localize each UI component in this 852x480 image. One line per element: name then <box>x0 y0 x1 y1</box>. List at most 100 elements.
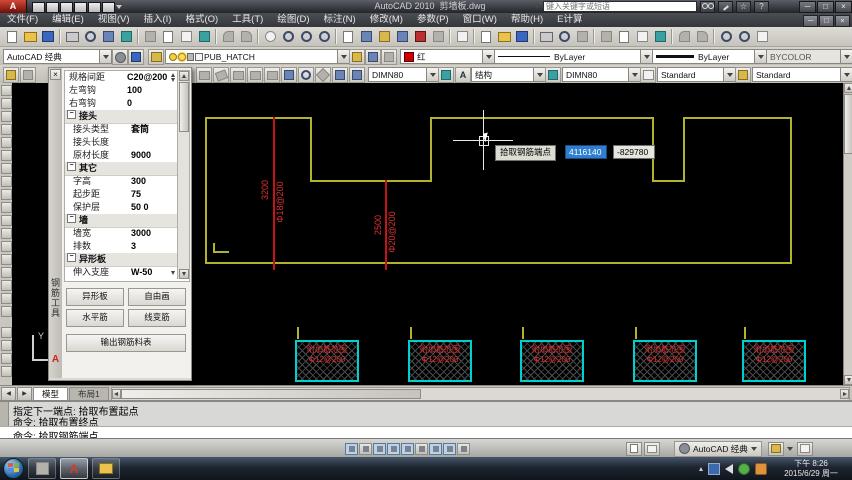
cut-icon[interactable] <box>141 28 159 46</box>
draw-spline-icon[interactable] <box>0 189 12 200</box>
mleader-style-combo[interactable]: Standard <box>752 67 852 82</box>
tab-scroll-left-icon[interactable]: ◀ <box>1 386 16 401</box>
menu-modify[interactable]: 修改(M) <box>363 13 410 27</box>
osnap-toggle[interactable] <box>401 442 414 455</box>
horizontal-scrollbar[interactable] <box>110 386 850 401</box>
layer-states-icon[interactable] <box>381 49 397 65</box>
snap-toggle[interactable] <box>345 442 358 455</box>
draw-circle-icon[interactable] <box>0 163 12 174</box>
draw-table-icon[interactable] <box>0 293 12 304</box>
palette-title-strip[interactable]: × 钢筋工具 A <box>49 68 63 378</box>
menu-help[interactable]: 帮助(H) <box>504 13 550 27</box>
qat-undo-icon[interactable] <box>74 2 87 13</box>
doc-minimize-button[interactable]: ─ <box>803 15 818 27</box>
dyn-toggle[interactable] <box>443 442 456 455</box>
prop-value[interactable] <box>131 136 177 149</box>
designcenter-icon[interactable] <box>357 28 375 46</box>
draw-revcloud-icon[interactable] <box>0 176 12 187</box>
draw-line-icon[interactable] <box>0 85 12 96</box>
tab-scroll-right-icon[interactable]: ▶ <box>17 386 32 401</box>
text-style-dropdown-icon[interactable] <box>533 68 545 81</box>
tool-palettes-icon[interactable] <box>375 28 393 46</box>
menu-format[interactable]: 格式(O) <box>178 13 225 27</box>
zoom2-icon[interactable] <box>717 28 735 46</box>
paste2-icon[interactable] <box>633 28 651 46</box>
draw-polyline-icon[interactable] <box>0 111 12 122</box>
print2-icon[interactable] <box>537 28 555 46</box>
spell-icon[interactable] <box>573 28 591 46</box>
make-layer-current-icon[interactable] <box>349 49 365 65</box>
prop-value[interactable]: 3000 <box>131 227 177 240</box>
dim-quick-icon[interactable] <box>281 67 297 83</box>
undo2-icon[interactable] <box>675 28 693 46</box>
tab-model[interactable]: 模型 <box>33 386 69 401</box>
draw-block-icon[interactable] <box>0 228 12 239</box>
qat-open-icon[interactable] <box>46 2 59 13</box>
dynamic-input-y[interactable]: -829780 <box>613 145 655 159</box>
linetype-dropdown-icon[interactable] <box>640 50 652 63</box>
open-icon[interactable] <box>21 28 39 46</box>
zoom-window-icon[interactable] <box>297 28 315 46</box>
output-rebar-schedule-button[interactable]: 输出钢筋料表 <box>66 334 186 352</box>
pan-icon[interactable] <box>261 28 279 46</box>
irregular-slab-button[interactable]: 异形板 <box>66 288 124 306</box>
zoom-realtime-icon[interactable] <box>279 28 297 46</box>
language-indicator-icon[interactable] <box>708 462 720 475</box>
scroll-left-icon[interactable] <box>111 388 121 399</box>
prop-value[interactable]: 3 <box>131 240 177 253</box>
dim-baseline-icon[interactable] <box>230 67 246 83</box>
prop-value[interactable]: 9000 <box>131 149 177 162</box>
toolbar-unlock-icon[interactable] <box>767 441 784 456</box>
maximize-button[interactable]: □ <box>817 1 834 13</box>
menu-dimension[interactable]: 标注(N) <box>317 13 363 27</box>
qat-dropdown-icon[interactable] <box>116 5 122 9</box>
tab-layout1[interactable]: 布局1 <box>69 386 109 401</box>
modify-mirror-icon[interactable] <box>0 353 12 364</box>
plotstyle-combo[interactable]: BYCOLOR <box>766 49 852 64</box>
draw-ellipse-icon[interactable] <box>0 202 12 213</box>
redo-icon[interactable] <box>237 28 255 46</box>
dim-angular-icon[interactable] <box>315 67 331 83</box>
prop-value[interactable]: 300 <box>131 175 177 188</box>
paste-icon[interactable] <box>177 28 195 46</box>
undo-icon[interactable] <box>219 28 237 46</box>
text-style-combo[interactable]: 结构 <box>471 67 546 82</box>
grid-scroll-down-icon[interactable] <box>179 269 189 279</box>
command-window[interactable]: 指定下一端点: 拾取布置起点 命令: 拾取布置终点 命令: 拾取钢筋端点 <box>0 400 852 443</box>
volume-icon[interactable] <box>725 463 733 474</box>
draw-region-icon[interactable] <box>0 280 12 291</box>
qat-new-icon[interactable] <box>32 2 45 13</box>
safety-tray-icon[interactable] <box>738 462 750 475</box>
zoom3-icon[interactable] <box>735 28 753 46</box>
workspace-combo[interactable]: AutoCAD 经典 <box>3 49 112 64</box>
mleader-style-dropdown-icon[interactable] <box>840 68 852 81</box>
zoom-previous-icon[interactable] <box>315 28 333 46</box>
text-style-manager-icon[interactable] <box>545 67 561 83</box>
clean-screen-icon[interactable] <box>796 441 813 456</box>
layer-on-icon[interactable] <box>169 52 177 61</box>
mleader-style-icon[interactable] <box>735 67 751 83</box>
copy-nested-icon[interactable] <box>20 67 36 83</box>
dim-edit-icon[interactable] <box>332 67 348 83</box>
draw-xline-icon[interactable] <box>0 98 12 109</box>
grid-scrollbar[interactable] <box>177 71 189 279</box>
taskbar-app1-button[interactable] <box>28 458 56 479</box>
hscroll-thumb[interactable] <box>120 388 421 399</box>
vertical-scrollbar[interactable] <box>843 83 852 385</box>
favorites-star-icon[interactable]: ☆ <box>736 0 751 13</box>
copy2-icon[interactable] <box>615 28 633 46</box>
update-tray-icon[interactable] <box>755 462 767 475</box>
layout-space-icon[interactable] <box>644 441 660 456</box>
workspace-dropdown-icon[interactable] <box>99 50 111 63</box>
dim-style-dropdown-icon[interactable] <box>426 68 438 81</box>
layer-previous-icon[interactable] <box>365 49 381 65</box>
qat-plot-icon[interactable] <box>102 2 115 13</box>
lineweight-combo[interactable]: ByLayer <box>652 49 767 64</box>
help-icon[interactable]: ? <box>754 0 769 13</box>
qat-redo-icon[interactable] <box>88 2 101 13</box>
prop-value[interactable]: 75 <box>131 188 177 201</box>
dim-style-combo[interactable]: DIMN80 <box>368 67 439 82</box>
dim-leader-icon[interactable] <box>264 67 280 83</box>
text-style-icon[interactable]: A <box>455 67 471 83</box>
redo2-icon[interactable] <box>693 28 711 46</box>
